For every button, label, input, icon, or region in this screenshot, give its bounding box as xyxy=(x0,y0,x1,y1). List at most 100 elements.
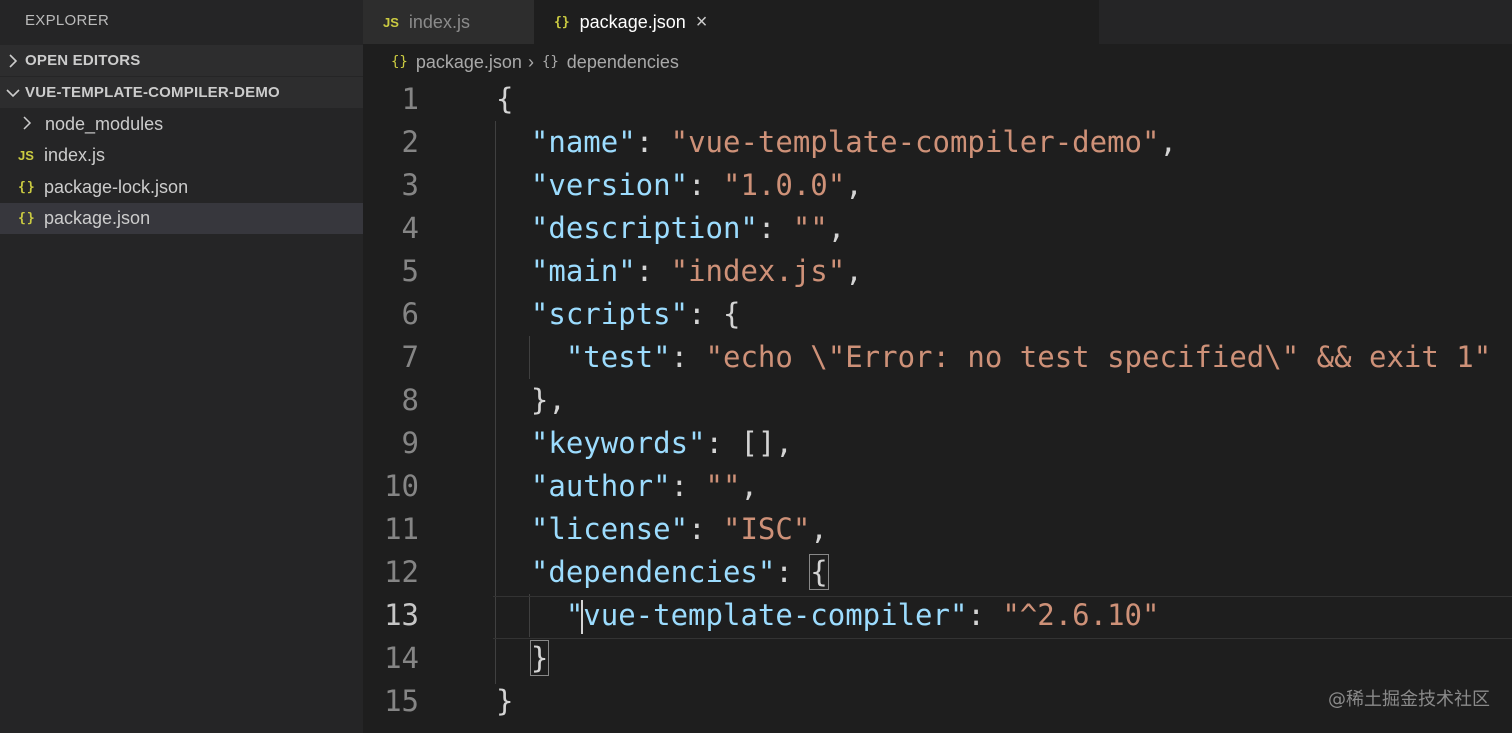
json-file-icon: {} xyxy=(391,54,408,70)
tab-bar: JS index.js {} package.json × xyxy=(363,0,1512,44)
code-line[interactable]: 2 "name": "vue-template-compiler-demo", xyxy=(363,123,1512,166)
sidebar: EXPLORER OPEN EDITORS VUE-TEMPLATE-COMPI… xyxy=(0,0,363,733)
code-text: "vue-template-compiler": "^2.6.10" xyxy=(496,598,1160,632)
tab-index-js[interactable]: JS index.js xyxy=(363,0,534,44)
code-line[interactable]: 13 "vue-template-compiler": "^2.6.10" xyxy=(363,596,1512,639)
code-text: "dependencies": { xyxy=(496,554,829,590)
json-string: "ISC" xyxy=(722,512,811,546)
json-punctuation: , xyxy=(845,254,863,288)
json-punctuation xyxy=(496,598,566,632)
json-punctuation: : [], xyxy=(705,426,793,460)
open-editors-label: OPEN EDITORS xyxy=(25,52,141,69)
open-editors-header[interactable]: OPEN EDITORS xyxy=(0,45,363,76)
json-string: "^2.6.10" xyxy=(1002,598,1160,632)
line-number: 7 xyxy=(401,340,419,374)
json-punctuation xyxy=(496,555,531,589)
code-line[interactable]: 6 "scripts": { xyxy=(363,295,1512,338)
tree-item-label: package-lock.json xyxy=(44,177,189,197)
line-number: 15 xyxy=(384,684,419,718)
code-text: } xyxy=(496,684,513,718)
json-file-icon: {} xyxy=(18,180,36,195)
code-text: "name": "vue-template-compiler-demo", xyxy=(496,125,1177,159)
project-header[interactable]: VUE-TEMPLATE-COMPILER-DEMO xyxy=(0,77,363,108)
code-line[interactable]: 11 "license": "ISC", xyxy=(363,510,1512,553)
tree-item-label: node_modules xyxy=(45,114,164,134)
json-punctuation xyxy=(496,168,531,202)
json-key: "description" xyxy=(530,211,758,245)
json-punctuation xyxy=(496,426,531,460)
json-punctuation: : xyxy=(670,469,706,503)
project-label: VUE-TEMPLATE-COMPILER-DEMO xyxy=(25,84,280,101)
code-text: "author": "", xyxy=(496,469,758,503)
json-key: "name" xyxy=(530,125,636,159)
close-icon[interactable]: × xyxy=(696,11,708,34)
code-text: "license": "ISC", xyxy=(496,512,828,546)
json-punctuation xyxy=(496,641,531,675)
code-line[interactable]: 12 "dependencies": { xyxy=(363,553,1512,596)
code-text: "main": "index.js", xyxy=(496,254,863,288)
json-string: "" xyxy=(705,469,741,503)
tab-package-json[interactable]: {} package.json × xyxy=(534,0,1099,44)
tree-item-package-json[interactable]: {} package.json xyxy=(0,203,363,234)
json-punctuation xyxy=(496,254,531,288)
json-punctuation: : xyxy=(688,512,723,546)
json-string: "echo \"Error: no test specified\" && ex… xyxy=(705,340,1492,374)
code-line[interactable]: 5 "main": "index.js", xyxy=(363,252,1512,295)
breadcrumb-file[interactable]: package.json xyxy=(416,52,522,73)
code-line[interactable]: 14 } xyxy=(363,639,1512,682)
json-key: "author" xyxy=(530,469,671,503)
line-number: 5 xyxy=(401,254,419,288)
json-key: "dependencies" xyxy=(530,555,776,589)
json-key: "version" xyxy=(530,168,689,202)
code-text: "test": "echo \"Error: no test specified… xyxy=(496,340,1491,374)
line-number: 9 xyxy=(401,426,419,460)
json-key: "license" xyxy=(530,512,689,546)
json-punctuation: { xyxy=(809,554,829,590)
tab-label: package.json xyxy=(579,11,686,32)
json-punctuation xyxy=(496,125,531,159)
json-key: "scripts" xyxy=(530,297,689,331)
code-line[interactable]: 8 }, xyxy=(363,381,1512,424)
code-editor[interactable]: 1{2 "name": "vue-template-compiler-demo"… xyxy=(363,80,1512,733)
code-line[interactable]: 3 "version": "1.0.0", xyxy=(363,166,1512,209)
tree-item-index-js[interactable]: JS index.js xyxy=(0,140,363,171)
json-punctuation xyxy=(496,512,531,546)
json-punctuation: , xyxy=(1159,125,1177,159)
code-line[interactable]: 9 "keywords": [], xyxy=(363,424,1512,467)
json-punctuation: , xyxy=(740,469,758,503)
json-punctuation: } xyxy=(529,640,550,676)
json-file-icon: {} xyxy=(18,211,36,226)
json-string: "1.0.0" xyxy=(722,168,846,202)
breadcrumb-symbol[interactable]: dependencies xyxy=(567,52,679,73)
json-punctuation: : xyxy=(757,211,793,245)
json-punctuation xyxy=(496,297,531,331)
json-file-icon: {} xyxy=(554,14,570,30)
code-line[interactable]: 10 "author": "", xyxy=(363,467,1512,510)
code-text: { xyxy=(496,82,513,116)
explorer-title: EXPLORER xyxy=(25,12,110,29)
line-number: 10 xyxy=(384,469,419,503)
code-line[interactable]: 7 "test": "echo \"Error: no test specifi… xyxy=(363,338,1512,381)
code-line[interactable]: 4 "description": "", xyxy=(363,209,1512,252)
json-punctuation: , xyxy=(845,168,863,202)
json-punctuation: : xyxy=(775,555,811,589)
watermark: @稀土掘金技术社区 xyxy=(1328,689,1490,710)
json-punctuation: , xyxy=(810,512,828,546)
tree-item-label: package.json xyxy=(44,208,151,228)
json-punctuation xyxy=(496,469,531,503)
line-number: 8 xyxy=(401,383,419,417)
json-string: "" xyxy=(792,211,828,245)
code-text: }, xyxy=(496,383,566,417)
tree-item-package-lock-json[interactable]: {} package-lock.json xyxy=(0,172,363,203)
json-key: "keywords" xyxy=(530,426,706,460)
breadcrumb: {} package.json › {} dependencies xyxy=(363,44,1512,80)
code-line[interactable]: 1{ xyxy=(363,80,1512,123)
json-punctuation xyxy=(496,211,531,245)
line-number: 12 xyxy=(384,555,419,589)
json-string: "index.js" xyxy=(670,254,846,288)
line-number: 2 xyxy=(401,125,419,159)
text-cursor xyxy=(581,600,583,634)
tree-item-node-modules[interactable]: node_modules xyxy=(0,109,363,140)
json-key: "main" xyxy=(530,254,636,288)
tree-item-label: index.js xyxy=(44,145,106,165)
